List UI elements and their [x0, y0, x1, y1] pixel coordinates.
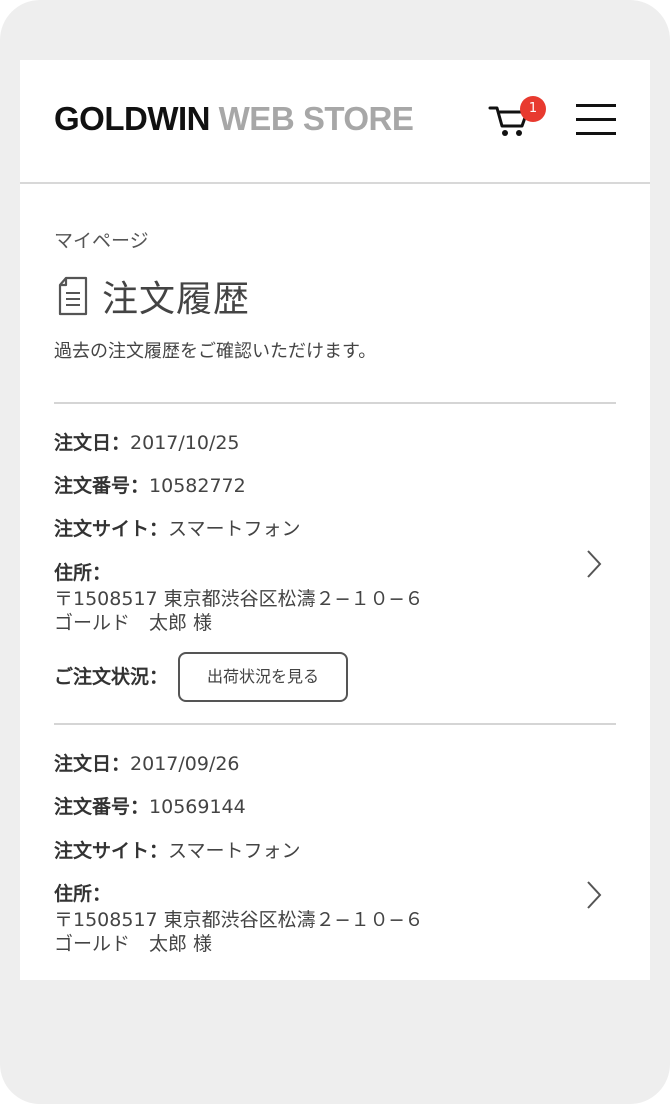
cart-count-badge: 1 [520, 96, 546, 122]
order-number-value: 10582772 [149, 475, 246, 497]
chevron-right-icon [587, 881, 602, 909]
order-number-label: 注文番号： [54, 796, 150, 818]
order-date-label: 注文日： [54, 432, 131, 454]
breadcrumb[interactable]: マイページ [54, 226, 149, 253]
recipient-name: ゴールド 太郎 様 [54, 612, 213, 634]
address-line: 〒1508517 東京都渋谷区松濤２−１０−６ [54, 909, 424, 931]
order-date: 注文日：2017/09/26 [54, 749, 240, 776]
store-logo[interactable]: GOLDWIN WEB STORE [54, 100, 414, 138]
order-site-value: スマートフォン [168, 518, 301, 540]
order-date: 注文日：2017/10/25 [54, 428, 240, 455]
order-date-value: 2017/10/25 [130, 432, 240, 454]
logo-secondary: WEB STORE [218, 100, 414, 137]
address-label-text: 住所： [54, 562, 112, 584]
order-number: 注文番号：10582772 [54, 471, 246, 498]
address-line: 〒1508517 東京都渋谷区松濤２−１０−６ [54, 588, 424, 610]
order-site: 注文サイト：スマートフォン [54, 514, 300, 541]
menu-bar [576, 132, 616, 135]
screen: GOLDWIN WEB STORE 1 マイページ 注文履歴 過去の注文履歴をご… [20, 60, 650, 980]
order-number-label: 注文番号： [54, 475, 150, 497]
chevron-right-icon [587, 550, 602, 578]
logo-primary: GOLDWIN [54, 100, 210, 137]
order-number-value: 10569144 [149, 796, 246, 818]
page-title-row: 注文履歴 [56, 270, 250, 322]
order-site: 注文サイト：スマートフォン [54, 836, 300, 863]
document-icon [58, 276, 88, 316]
hamburger-menu-icon[interactable] [576, 104, 618, 136]
view-shipping-status-button[interactable]: 出荷状況を見る [178, 652, 348, 702]
order-status-label: ご注文状況： [54, 666, 169, 688]
order-site-label: 注文サイト： [54, 840, 169, 862]
order-item[interactable]: 注文日：2017/10/25 注文番号：10582772 注文サイト：スマートフ… [54, 404, 616, 722]
site-header: GOLDWIN WEB STORE 1 [20, 60, 650, 184]
order-number: 注文番号：10569144 [54, 792, 246, 819]
menu-bar [576, 118, 616, 121]
device-frame: GOLDWIN WEB STORE 1 マイページ 注文履歴 過去の注文履歴をご… [0, 0, 670, 1104]
page-description: 過去の注文履歴をご確認いただけます。 [54, 341, 377, 362]
order-site-value: スマートフォン [168, 840, 301, 862]
order-site-label: 注文サイト： [54, 518, 169, 540]
address-label: 住所： [54, 879, 111, 906]
order-item[interactable]: 注文日：2017/09/26 注文番号：10569144 注文サイト：スマートフ… [54, 725, 616, 980]
order-date-label: 注文日： [54, 753, 131, 775]
order-status: ご注文状況： [54, 662, 168, 689]
menu-bar [576, 104, 616, 107]
order-date-value: 2017/09/26 [130, 753, 240, 775]
cart-button[interactable]: 1 [488, 96, 546, 140]
recipient-name: ゴールド 太郎 様 [54, 933, 213, 955]
address-label: 住所： [54, 558, 111, 585]
page-title: 注文履歴 [102, 279, 251, 320]
address-label-text: 住所： [54, 883, 112, 905]
